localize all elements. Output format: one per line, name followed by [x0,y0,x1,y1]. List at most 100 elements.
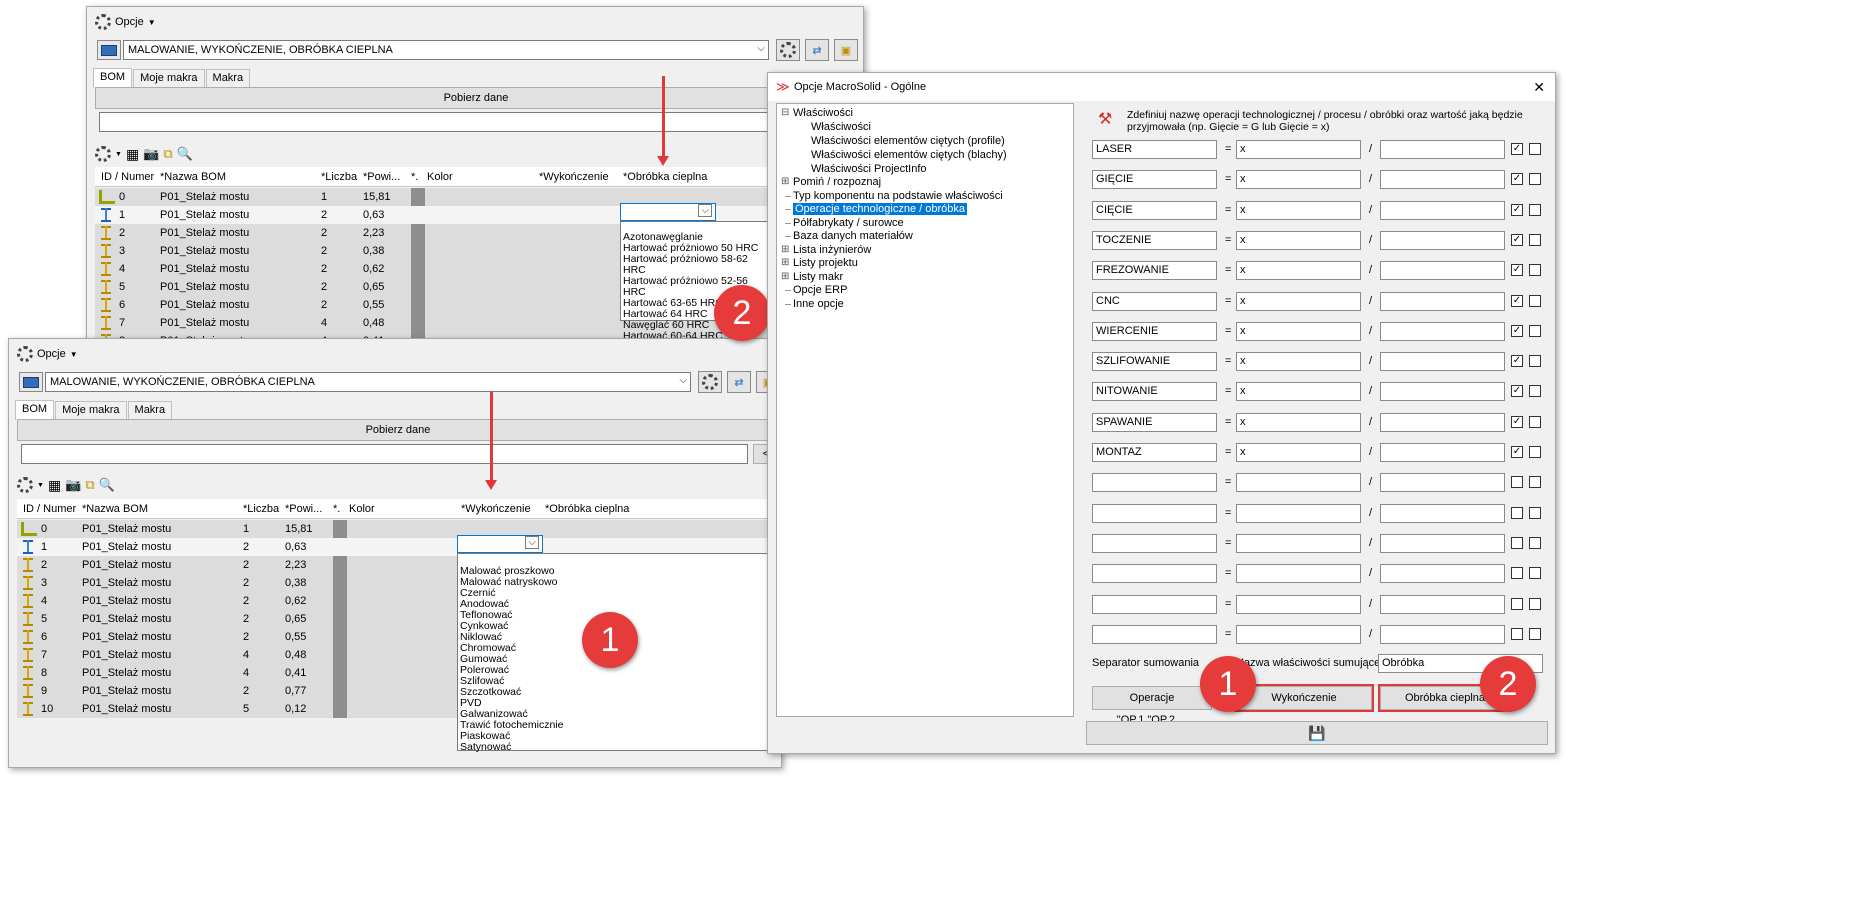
enabled-checkbox[interactable]: ✓ [1511,355,1523,368]
tree-item[interactable]: Półfabrykaty / surowce [793,217,904,229]
chevron-down-icon[interactable]: ▼ [37,482,44,489]
monitor-icon[interactable] [19,372,43,392]
tab-macros[interactable]: Makra [205,69,251,87]
operation-alt-input[interactable] [1380,352,1505,372]
col-dot[interactable]: *. [333,503,340,515]
tab-bom[interactable]: BOM [93,68,133,88]
operation-name-input[interactable]: WIERCENIE [1092,321,1217,341]
gear-icon[interactable] [17,346,33,362]
operation-value-input[interactable]: x [1236,412,1361,432]
operation-alt-input[interactable] [1380,503,1505,523]
operation-value-input[interactable]: x [1236,261,1361,281]
option-checkbox[interactable] [1529,567,1541,580]
operation-value-input[interactable]: x [1236,321,1361,341]
table-icon[interactable]: ▦ [126,146,139,163]
tree-item[interactable]: Lista inżynierów [793,244,871,256]
col-qty[interactable]: *Liczba [243,503,279,515]
operation-value-input[interactable]: x [1236,230,1361,250]
export-icon[interactable]: ⧉ [163,146,172,162]
operation-alt-input[interactable] [1380,291,1505,311]
operation-value-input[interactable]: x [1236,443,1361,462]
list-item[interactable]: Polerować [460,665,781,676]
table-row[interactable]: 0 P01_Stelaż mostu 1 15,81 [95,188,863,206]
operation-alt-input[interactable] [1380,382,1505,402]
operation-name-input[interactable]: GIĘCIE [1092,170,1217,190]
profile-combo[interactable]: MALOWANIE, WYKOŃCZENIE, OBRÓBKA CIEPLNA ⌵ [45,372,691,392]
operation-alt-input[interactable] [1380,624,1505,644]
operation-name-input[interactable]: SZLIFOWANIE [1092,352,1217,372]
option-checkbox[interactable] [1529,446,1541,458]
fetch-data-button[interactable]: Pobierz dane [17,419,779,441]
list-item[interactable]: Szczotkować [460,687,781,698]
option-checkbox[interactable] [1529,627,1541,640]
option-checkbox[interactable] [1529,476,1541,489]
enabled-checkbox[interactable] [1511,476,1523,489]
operation-name-input[interactable]: SPAWANIE [1092,412,1217,432]
operation-name-input[interactable] [1092,473,1217,493]
operation-alt-input[interactable] [1380,533,1505,553]
enabled-checkbox[interactable]: ✓ [1511,173,1523,186]
settings-button[interactable] [776,39,800,61]
option-checkbox[interactable] [1529,233,1541,246]
table-row[interactable]: 0 P01_Stelaż mostu 1 15,81 [17,520,781,538]
operation-alt-input[interactable] [1380,321,1505,341]
sync-button[interactable]: ⇄ [805,39,829,61]
option-checkbox[interactable] [1529,355,1541,368]
col-heat[interactable]: *Obróbka cieplna [545,503,629,515]
col-dot[interactable]: *. [411,171,418,183]
operation-alt-input[interactable] [1380,443,1505,462]
col-color[interactable]: Kolor [349,503,375,515]
operation-alt-input[interactable] [1380,261,1505,281]
operation-alt-input[interactable] [1380,230,1505,250]
tree-item[interactable]: Typ komponentu na podstawie właściwości [793,190,1003,202]
operation-name-input[interactable]: TOCZENIE [1092,230,1217,250]
settings-button[interactable] [698,371,722,393]
operation-value-input[interactable]: x [1236,170,1361,190]
tree-item[interactable]: Pomiń / rozpoznaj [793,176,881,188]
gear-icon[interactable] [17,477,33,493]
operation-name-input[interactable] [1092,594,1217,614]
operation-value-input[interactable] [1236,473,1361,493]
tree-item[interactable]: Właściwości [793,107,853,119]
option-checkbox[interactable] [1529,143,1541,155]
options-label[interactable]: Opcje [115,16,144,28]
tree-item[interactable]: Operacje technologiczne / obróbka [793,203,967,215]
fetch-data-button[interactable]: Pobierz dane [95,87,857,109]
heat-treatment-combo[interactable]: ⌵ [620,203,716,221]
operation-name-input[interactable] [1092,503,1217,523]
option-checkbox[interactable] [1529,294,1541,307]
operation-value-input[interactable] [1236,503,1361,523]
operation-name-input[interactable] [1092,564,1217,584]
operation-name-input[interactable] [1092,624,1217,644]
operation-name-input[interactable]: LASER [1092,140,1217,159]
operation-value-input[interactable]: x [1236,200,1361,220]
enabled-checkbox[interactable]: ✓ [1511,385,1523,398]
operation-value-input[interactable]: x [1236,291,1361,311]
option-checkbox[interactable] [1529,506,1541,519]
tree-item[interactable]: Właściwości ProjectInfo [811,163,927,175]
filter-input[interactable] [21,444,748,464]
operation-value-input[interactable]: x [1236,140,1361,159]
profile-combo[interactable]: MALOWANIE, WYKOŃCZENIE, OBRÓBKA CIEPLNA ⌵ [123,40,769,60]
list-item[interactable]: Malować natryskowo [460,577,781,588]
gear-icon[interactable] [95,14,111,30]
option-checkbox[interactable] [1529,597,1541,610]
operations-button[interactable]: Operacje "OP.1,"OP.2.... [1092,686,1212,726]
operation-name-input[interactable]: FREZOWANIE [1092,261,1217,281]
tree-expander-icon[interactable]: ⊞ [781,244,789,255]
camera-icon[interactable]: 📷 [65,477,81,493]
close-icon[interactable]: ✕ [1533,79,1545,96]
tree-expander-icon[interactable]: ⊞ [781,176,789,187]
operation-alt-input[interactable] [1380,140,1505,159]
tab-my-macros[interactable]: Moje makra [133,69,205,87]
enabled-checkbox[interactable]: ✓ [1511,415,1523,428]
copy-button[interactable]: ▣ [834,39,858,61]
operation-name-input[interactable]: MONTAZ [1092,443,1217,462]
chevron-down-icon[interactable]: ▼ [70,350,78,359]
enabled-checkbox[interactable]: ✓ [1511,264,1523,277]
enabled-checkbox[interactable]: ✓ [1511,446,1523,458]
tree-expander-icon[interactable]: ⊞ [781,271,789,282]
tree-item[interactable]: Właściwości elementów ciętych (blachy) [811,149,1007,161]
tree-item[interactable]: Inne opcje [793,298,844,310]
list-item[interactable]: Satynować [460,742,781,753]
